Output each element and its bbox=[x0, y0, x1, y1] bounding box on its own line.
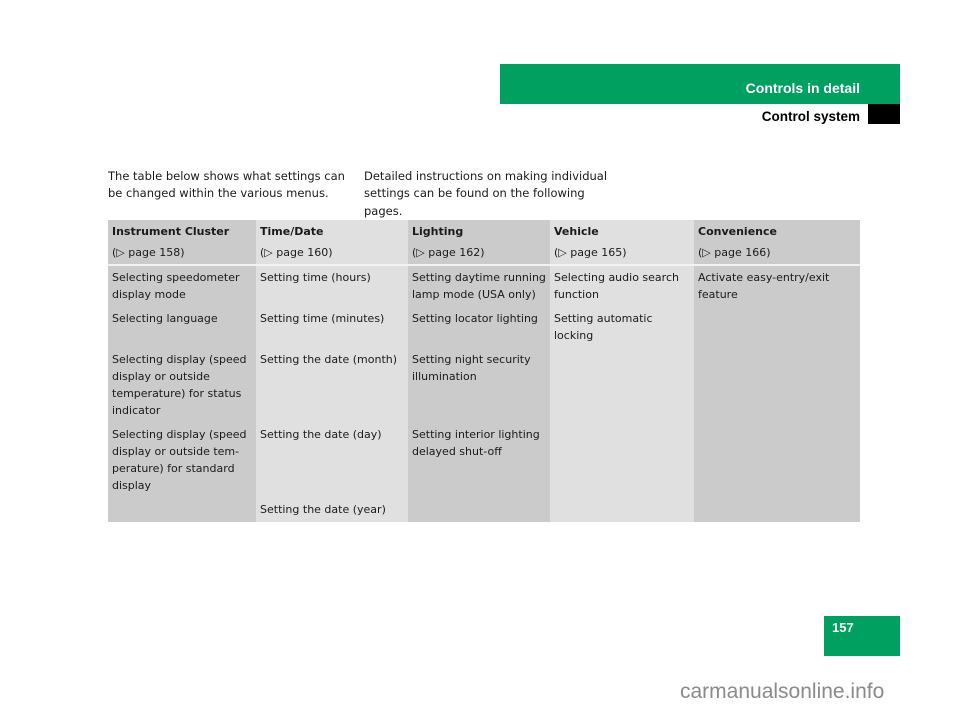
table-row: Selecting display (speed display or outs… bbox=[108, 423, 860, 498]
column-header-lighting: Lighting bbox=[408, 220, 550, 242]
table-cell bbox=[694, 348, 860, 423]
page-number-box: 157 bbox=[824, 616, 900, 656]
table-cell: Setting the date (month) bbox=[256, 348, 408, 423]
intro-text-left: The table below shows what settings can … bbox=[108, 168, 345, 201]
table-cell: Setting daytime running lamp mode (USA o… bbox=[408, 265, 550, 307]
table-cell: Setting the date (day) bbox=[256, 423, 408, 498]
table-cell bbox=[694, 307, 860, 348]
column-header-vehicle: Vehicle bbox=[550, 220, 694, 242]
table-header-row: Instrument Cluster Time/Date Lighting Ve… bbox=[108, 220, 860, 242]
page-ref-link[interactable]: (▷ page 158) bbox=[108, 242, 256, 266]
column-header-instrument-cluster: Instrument Cluster bbox=[108, 220, 256, 242]
table-cell: Setting the date (year) bbox=[256, 498, 408, 522]
settings-table: Instrument Cluster Time/Date Lighting Ve… bbox=[108, 220, 860, 522]
table-cell: Selecting display (speed display or outs… bbox=[108, 423, 256, 498]
table-row: Setting the date (year) bbox=[108, 498, 860, 522]
column-header-time-date: Time/Date bbox=[256, 220, 408, 242]
table-cell: Setting night security illumination bbox=[408, 348, 550, 423]
table-cell bbox=[694, 423, 860, 498]
column-header-convenience: Convenience bbox=[694, 220, 860, 242]
chapter-header-bar: Controls in detail bbox=[500, 64, 900, 104]
table-page-ref-row: (▷ page 158) (▷ page 160) (▷ page 162) (… bbox=[108, 242, 860, 266]
page-ref-link[interactable]: (▷ page 160) bbox=[256, 242, 408, 266]
table-cell: Selecting speedometer display mode bbox=[108, 265, 256, 307]
table-cell bbox=[694, 498, 860, 522]
page-ref-link[interactable]: (▷ page 165) bbox=[550, 242, 694, 266]
section-title: Control system bbox=[761, 109, 860, 124]
table-cell bbox=[550, 423, 694, 498]
page-ref-link[interactable]: (▷ page 162) bbox=[408, 242, 550, 266]
table-cell bbox=[550, 348, 694, 423]
table-cell: Selecting audio search function bbox=[550, 265, 694, 307]
table-cell: Setting locator lighting bbox=[408, 307, 550, 348]
watermark: carmanualsonline.info bbox=[680, 680, 885, 703]
table-cell bbox=[408, 498, 550, 522]
table-row: Selecting display (speed display or outs… bbox=[108, 348, 860, 423]
chapter-title: Controls in detail bbox=[745, 80, 860, 96]
intro-text-right: Detailed instructions on making individu… bbox=[364, 168, 608, 218]
table-cell bbox=[550, 498, 694, 522]
table-cell: Setting interior lighting delayed shut-o… bbox=[408, 423, 550, 498]
table-cell: Activate easy-entry/exit feature bbox=[694, 265, 860, 307]
table-cell: Setting time (minutes) bbox=[256, 307, 408, 348]
page-number: 157 bbox=[832, 620, 854, 635]
page-ref-link[interactable]: (▷ page 166) bbox=[694, 242, 860, 266]
table-row: Selecting speedometer display mode Setti… bbox=[108, 265, 860, 307]
table-cell: Setting automatic locking bbox=[550, 307, 694, 348]
table-row: Selecting language Setting time (minutes… bbox=[108, 307, 860, 348]
table-cell bbox=[108, 498, 256, 522]
table-cell: Selecting language bbox=[108, 307, 256, 348]
section-marker bbox=[868, 104, 900, 124]
table-cell: Selecting display (speed display or outs… bbox=[108, 348, 256, 423]
table-cell: Setting time (hours) bbox=[256, 265, 408, 307]
